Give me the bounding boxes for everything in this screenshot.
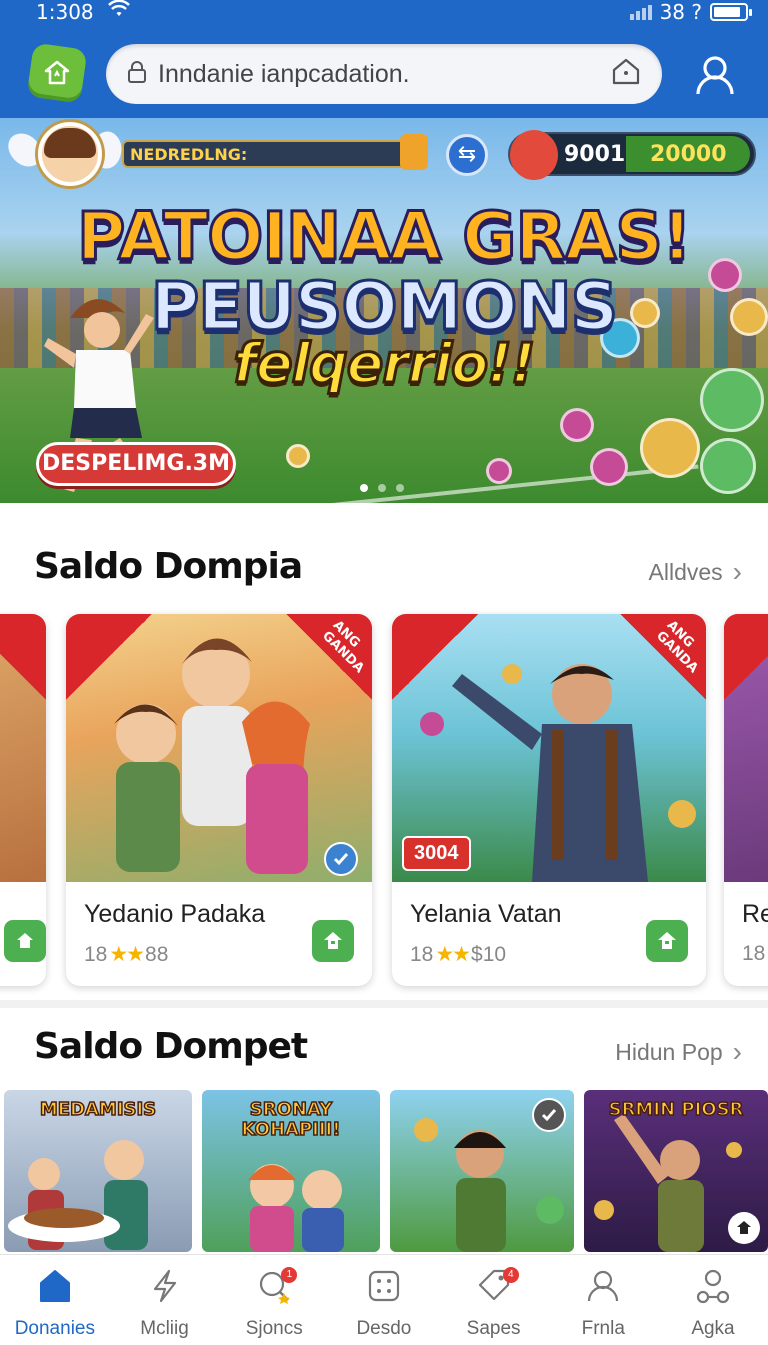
nav-item-grid[interactable]: Desdo	[329, 1255, 439, 1345]
install-button[interactable]	[646, 920, 688, 962]
status-bar: 1:308 38 ?	[0, 0, 768, 28]
app-logo-icon[interactable]	[26, 42, 88, 104]
game-tile[interactable]	[390, 1090, 574, 1252]
signal-icon	[629, 4, 652, 20]
game-title: Re	[742, 900, 768, 928]
star-icon: ★★	[435, 943, 471, 966]
mascot-icon	[510, 130, 558, 180]
hero-cta-button[interactable]: DESPELIMG.3M	[36, 442, 236, 486]
game-title: Yedanio Padaka	[84, 900, 266, 928]
level-badge-icon	[400, 134, 428, 170]
game-title: Yelania Vatan	[410, 900, 562, 928]
battery-text: 38 ?	[659, 0, 702, 24]
level-progress-bar: NEDREDLNG:	[122, 140, 412, 168]
chevron-right-icon: ›	[732, 556, 742, 587]
carousel-dot[interactable]	[378, 484, 386, 492]
notification-badge: 4	[502, 1267, 519, 1283]
price-tag: 3004	[402, 836, 471, 871]
currency-secondary-value: 20000	[650, 142, 727, 167]
check-icon	[324, 842, 358, 876]
level-label: NEDREDLNG:	[130, 145, 248, 164]
status-time: 1:308	[36, 0, 94, 24]
nav-item-search[interactable]: 1 Sjoncs	[219, 1255, 329, 1345]
game-card-art: ANG GANDA 3004	[392, 614, 706, 882]
home-badge-icon[interactable]	[610, 56, 642, 93]
notification-badge: 1	[281, 1267, 298, 1283]
coin-decoration	[590, 448, 628, 486]
coin-decoration	[700, 438, 756, 494]
lock-icon	[126, 60, 148, 89]
grid-icon	[366, 1267, 402, 1310]
install-button[interactable]	[312, 920, 354, 962]
game-rating: 18 ★★ $10	[410, 942, 507, 967]
home-icon	[37, 1267, 73, 1310]
nav-item-person[interactable]: Frnla	[548, 1255, 658, 1345]
search-bar[interactable]: Inndanie ianpcadation.	[106, 44, 662, 104]
star-icon: ★★	[109, 943, 145, 966]
game-tile[interactable]: SRMIN PIOSR	[584, 1090, 768, 1252]
coin-decoration	[640, 418, 700, 478]
top-app-bar: Inndanie ianpcadation.	[0, 28, 768, 118]
nav-item-tags[interactable]: 4 Sapes	[439, 1255, 549, 1345]
sale-ribbon: ANG GANDA	[620, 614, 706, 700]
sale-ribbon-left	[66, 614, 152, 700]
bottom-navigation: Donanies Mcliig 1 Sjoncs Desdo 4 Sapes F…	[0, 1254, 768, 1344]
coin-decoration	[486, 458, 512, 484]
lightning-icon	[147, 1267, 183, 1310]
chevron-right-icon: ›	[732, 1036, 742, 1067]
sale-ribbon: ANG GANDA	[286, 614, 372, 700]
profile-icon[interactable]	[690, 50, 740, 100]
nav-item-lightning[interactable]: Mcliig	[110, 1255, 220, 1345]
game-rating: 18	[742, 942, 766, 965]
section-link[interactable]: Alldves ›	[649, 556, 742, 588]
account-tree-icon	[695, 1267, 731, 1310]
game-card[interactable]: ANG GANDA Yedanio Padaka 18 ★★ 88	[66, 614, 372, 986]
wifi-icon	[108, 0, 130, 23]
coin-decoration	[286, 444, 310, 468]
section-link-label[interactable]: Alldves	[649, 559, 723, 586]
sale-ribbon	[0, 614, 46, 700]
nav-item-home[interactable]: Donanies	[0, 1255, 110, 1345]
hero-banner[interactable]: NEDREDLNG: ⇆ 90015 20000 PATOINAA GRAS! …	[0, 118, 768, 503]
battery-icon	[710, 3, 752, 21]
carousel-dot[interactable]	[360, 484, 368, 492]
sale-ribbon-left	[392, 614, 478, 700]
game-card[interactable]: Re 18	[724, 614, 768, 986]
game-card-art: ANG GANDA	[66, 614, 372, 882]
section-link-label[interactable]: Hidun Pop	[615, 1039, 722, 1066]
check-icon	[532, 1098, 566, 1132]
tile-title: SRMIN PIOSR	[608, 1099, 744, 1121]
home-icon[interactable]	[728, 1212, 760, 1244]
section-title: Saldo Dompet	[34, 1026, 308, 1067]
game-card[interactable]: ANG GANDA 3004 Yelania Vatan 18 ★★ $10	[392, 614, 706, 986]
coin-decoration	[560, 408, 594, 442]
carousel-dot[interactable]	[396, 484, 404, 492]
tile-title: MEDAMISIS	[39, 1099, 157, 1121]
search-input[interactable]: Inndanie ianpcadation.	[158, 60, 610, 89]
install-button[interactable]	[4, 920, 46, 962]
hero-headline-3: felqerrio!!	[232, 331, 537, 397]
carousel-dots	[360, 484, 404, 492]
currency-panel[interactable]: 90015 20000	[508, 130, 756, 180]
section-link[interactable]: Hidun Pop ›	[615, 1036, 742, 1068]
game-tile[interactable]: SRONAY KOHAPIII!	[202, 1090, 380, 1252]
game-card[interactable]	[0, 614, 46, 986]
section-title: Saldo Dompia	[34, 546, 303, 587]
tile-title: SRONAY KOHAPIII!	[241, 1099, 341, 1141]
player-avatar[interactable]	[38, 122, 102, 186]
swap-icon[interactable]: ⇆	[446, 134, 488, 176]
hero-headline-1: PATOINAA GRAS!	[75, 197, 693, 277]
sale-ribbon-left	[724, 614, 768, 700]
nav-item-account[interactable]: Agka	[658, 1255, 768, 1345]
person-icon	[585, 1267, 621, 1310]
game-rating: 18 ★★ 88	[84, 942, 169, 967]
game-tile[interactable]: MEDAMISIS	[4, 1090, 192, 1252]
